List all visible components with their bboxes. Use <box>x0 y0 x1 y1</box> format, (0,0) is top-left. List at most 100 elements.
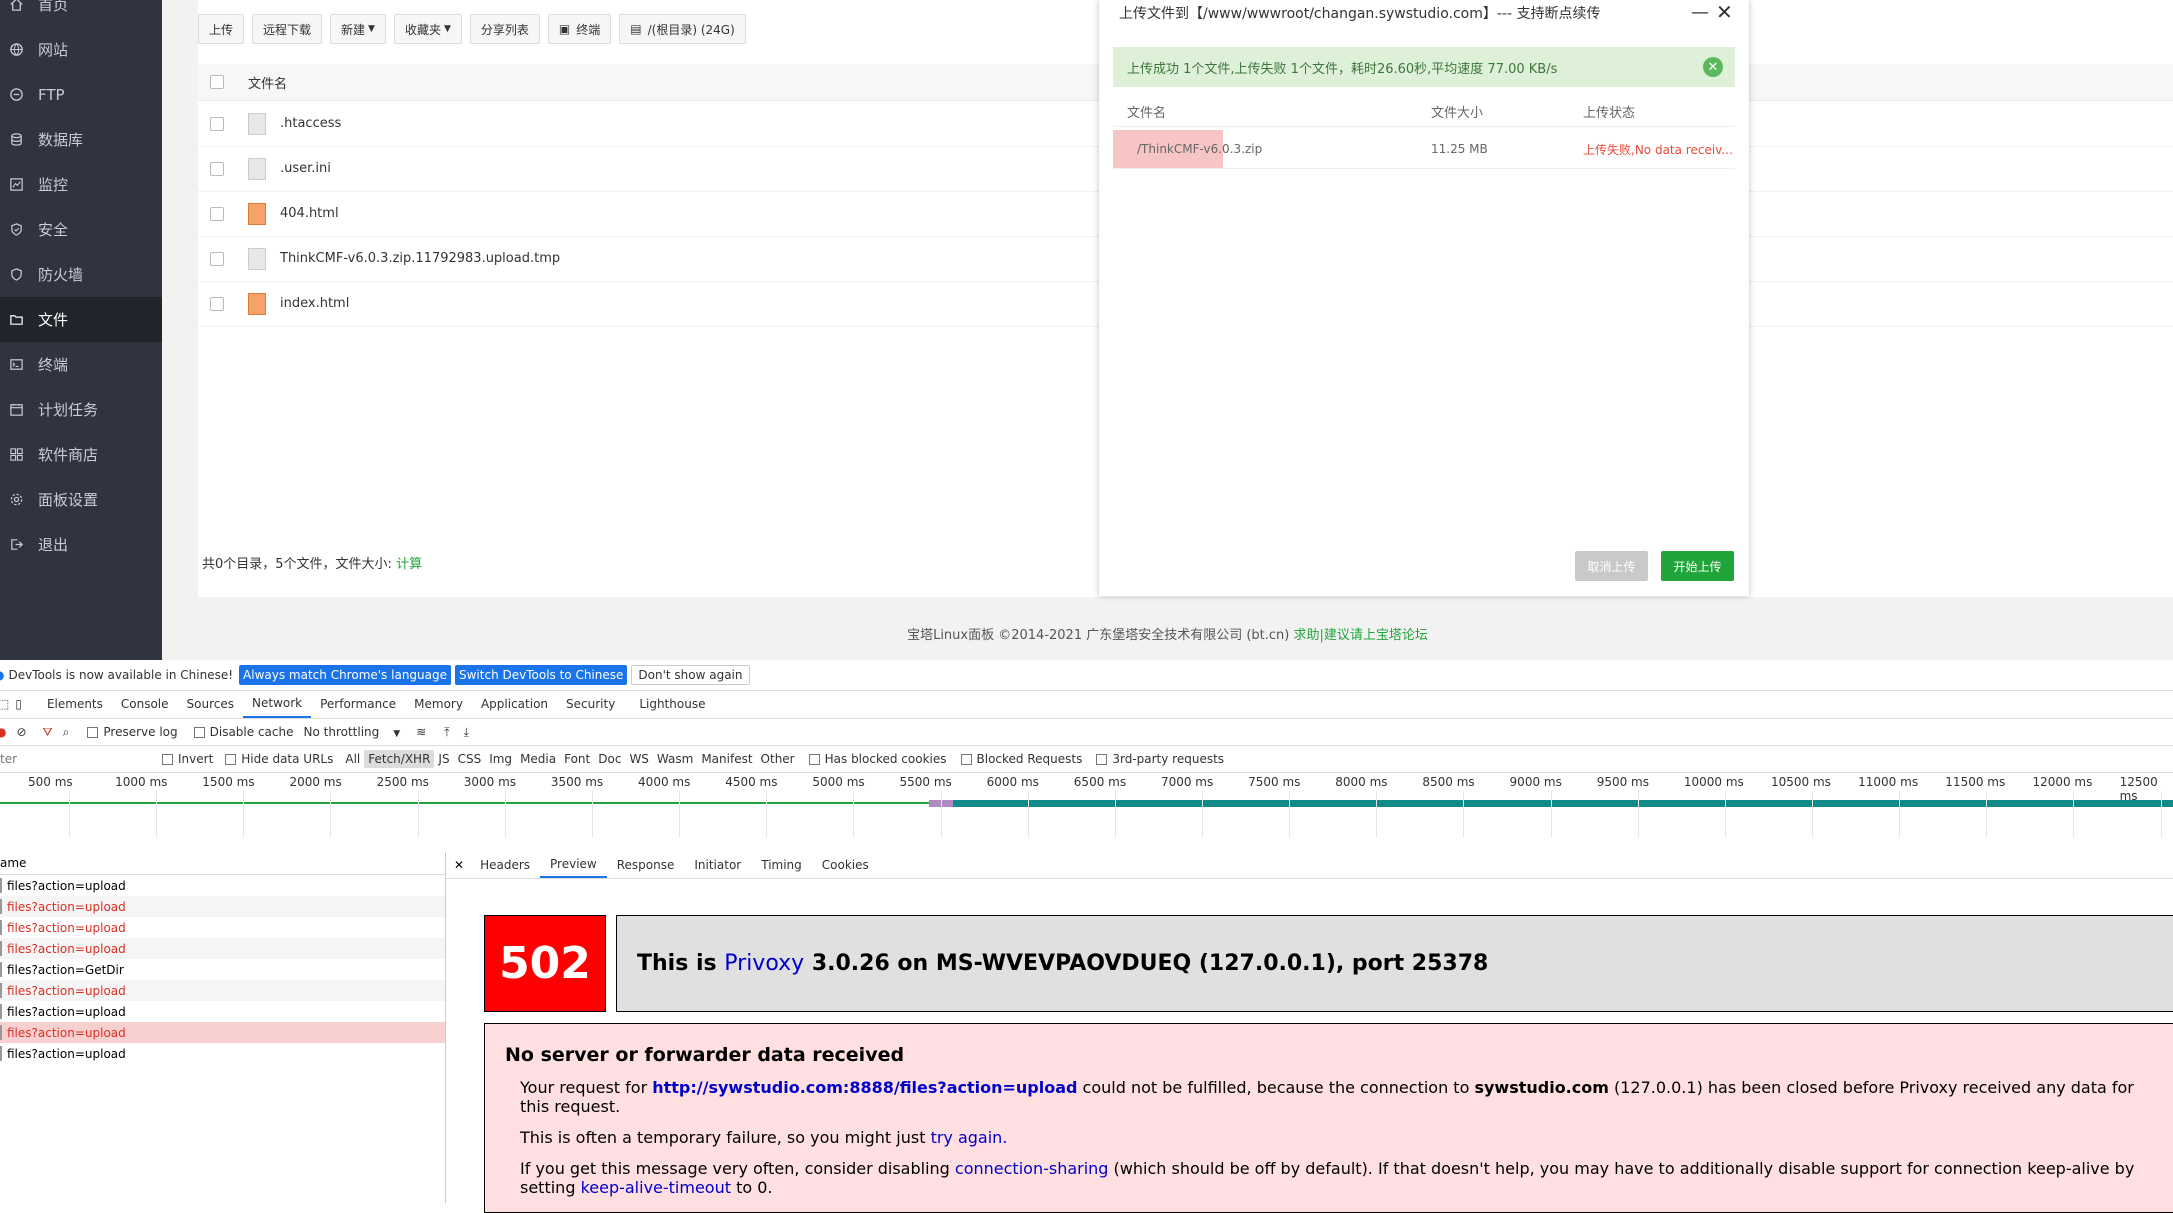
sidebar-item-1[interactable]: 网站 <box>0 27 162 72</box>
type-filter-js[interactable]: JS <box>434 750 453 768</box>
type-filter-other[interactable]: Other <box>757 750 799 768</box>
sidebar-item-2[interactable]: FTP <box>0 72 162 117</box>
detail-tab-preview[interactable]: Preview <box>540 852 607 878</box>
type-filter-media[interactable]: Media <box>516 750 560 768</box>
clear-icon[interactable]: ⊘ <box>16 725 26 739</box>
type-filter-all[interactable]: All <box>341 750 364 768</box>
wifi-icon[interactable]: ≋ <box>416 725 426 739</box>
select-all-checkbox[interactable] <box>210 75 224 89</box>
root-dir-button[interactable]: ▤ /(根目录) (24G) <box>619 14 746 44</box>
terminal-button[interactable]: ▣ 终端 <box>547 14 612 44</box>
detail-tab-cookies[interactable]: Cookies <box>812 852 879 878</box>
close-icon[interactable]: ✕ <box>1716 0 1733 24</box>
connection-sharing-link[interactable]: connection-sharing <box>955 1159 1109 1178</box>
type-filter-wasm[interactable]: Wasm <box>653 750 697 768</box>
throttling-select[interactable]: No throttling ▼ <box>304 725 401 739</box>
row-checkbox[interactable] <box>210 206 224 221</box>
file-name[interactable]: ThinkCMF-v6.0.3.zip.11792983.upload.tmp <box>280 251 560 266</box>
close-icon[interactable]: ✕ <box>1703 57 1723 77</box>
type-filter-fetch-xhr[interactable]: Fetch/XHR <box>364 750 435 768</box>
search-icon[interactable]: ⌕ <box>63 725 70 740</box>
type-filter-font[interactable]: Font <box>560 750 594 768</box>
hide-data-urls-checkbox[interactable] <box>225 753 237 765</box>
device-toolbar-icon[interactable]: ▯ <box>15 697 22 711</box>
keep-alive-timeout-link[interactable]: keep-alive-timeout <box>581 1178 731 1197</box>
sidebar-item-5[interactable]: 安全 <box>0 207 162 252</box>
sidebar-item-8[interactable]: 终端 <box>0 342 162 387</box>
minimize-icon[interactable]: — <box>1691 2 1709 23</box>
detail-tab-timing[interactable]: Timing <box>751 852 812 878</box>
request-row[interactable]: files?action=upload <box>0 938 445 959</box>
devtools-tab-elements[interactable]: Elements <box>38 690 112 718</box>
invert-checkbox[interactable] <box>162 753 173 765</box>
cancel-upload-button[interactable]: 取消上传 <box>1575 551 1648 581</box>
network-timeline-overview[interactable] <box>0 798 2173 810</box>
row-checkbox[interactable] <box>210 251 224 266</box>
close-icon[interactable]: ✕ <box>454 858 464 872</box>
favorites-button[interactable]: 收藏夹 ▼ <box>393 14 462 44</box>
devtools-tab-lighthouse[interactable]: Lighthouse <box>630 690 714 718</box>
type-filter-img[interactable]: Img <box>485 750 516 768</box>
filter-input[interactable]: ter <box>0 752 148 766</box>
sidebar-item-10[interactable]: 软件商店 <box>0 432 162 477</box>
sidebar-item-9[interactable]: 计划任务 <box>0 387 162 432</box>
request-row[interactable]: files?action=upload <box>0 980 445 1001</box>
upload-button[interactable]: 上传 <box>198 14 245 44</box>
sidebar-item-12[interactable]: 退出 <box>0 522 162 567</box>
type-filter-ws[interactable]: WS <box>625 750 652 768</box>
request-row[interactable]: files?action=upload <box>0 1043 445 1064</box>
request-row[interactable]: files?action=upload <box>0 896 445 917</box>
share-list-button[interactable]: 分享列表 <box>469 14 540 44</box>
file-name[interactable]: .htaccess <box>280 116 341 131</box>
disable-cache-checkbox[interactable] <box>193 726 205 738</box>
filename-column-header[interactable]: 文件名 <box>248 73 287 92</box>
calculate-size-link[interactable]: 计算 <box>396 557 422 572</box>
inspect-icon[interactable]: ⬚ <box>0 697 9 711</box>
export-icon[interactable]: ⤓ <box>464 725 469 740</box>
third-party-checkbox[interactable] <box>1096 753 1108 765</box>
row-checkbox[interactable] <box>210 161 224 176</box>
row-checkbox[interactable] <box>210 296 224 311</box>
record-icon[interactable]: ● <box>0 725 6 739</box>
try-again-link[interactable]: try again. <box>931 1128 1008 1147</box>
sidebar-item-6[interactable]: 防火墙 <box>0 252 162 297</box>
new-button[interactable]: 新建 ▼ <box>330 14 386 44</box>
request-row[interactable]: files?action=upload <box>0 875 445 896</box>
sidebar-item-7[interactable]: 文件 <box>0 297 162 342</box>
blocked-cookies-checkbox[interactable] <box>808 753 820 765</box>
request-row[interactable]: files?action=upload <box>0 1022 445 1043</box>
request-row[interactable]: files?action=upload <box>0 1001 445 1022</box>
request-url-link[interactable]: http://sywstudio.com:8888/files?action=u… <box>652 1078 1077 1097</box>
detail-tab-response[interactable]: Response <box>607 852 685 878</box>
devtools-tab-security[interactable]: Security <box>557 690 624 718</box>
switch-language-button[interactable]: Switch DevTools to Chinese <box>455 665 628 685</box>
sidebar-item-0[interactable]: 首页 <box>0 0 162 27</box>
devtools-tab-console[interactable]: Console <box>112 690 178 718</box>
request-row[interactable]: files?action=GetDir <box>0 959 445 980</box>
sidebar-item-4[interactable]: 监控 <box>0 162 162 207</box>
file-name[interactable]: index.html <box>280 296 349 311</box>
file-name[interactable]: 404.html <box>280 206 339 221</box>
forum-link[interactable]: 求助|建议请上宝塔论坛 <box>1294 628 1428 643</box>
type-filter-manifest[interactable]: Manifest <box>697 750 756 768</box>
type-filter-doc[interactable]: Doc <box>594 750 625 768</box>
devtools-tab-network[interactable]: Network <box>243 690 312 718</box>
type-filter-css[interactable]: CSS <box>454 750 486 768</box>
start-upload-button[interactable]: 开始上传 <box>1661 551 1734 581</box>
filter-icon[interactable]: ⛛ <box>43 725 53 740</box>
match-language-button[interactable]: Always match Chrome's language <box>239 665 451 685</box>
file-name[interactable]: .user.ini <box>280 161 331 176</box>
devtools-tab-application[interactable]: Application <box>472 690 557 718</box>
request-row[interactable]: files?action=upload <box>0 917 445 938</box>
import-icon[interactable]: ⤒ <box>444 725 449 740</box>
sidebar-item-3[interactable]: 数据库 <box>0 117 162 162</box>
name-column-header[interactable]: ame <box>0 852 445 875</box>
detail-tab-initiator[interactable]: Initiator <box>684 852 751 878</box>
dont-show-again-button[interactable]: Don't show again <box>631 665 750 685</box>
row-checkbox[interactable] <box>210 116 224 131</box>
blocked-requests-checkbox[interactable] <box>960 753 972 765</box>
sidebar-item-11[interactable]: 面板设置 <box>0 477 162 522</box>
devtools-tab-sources[interactable]: Sources <box>178 690 243 718</box>
preserve-log-checkbox[interactable] <box>87 726 99 738</box>
detail-tab-headers[interactable]: Headers <box>470 852 540 878</box>
